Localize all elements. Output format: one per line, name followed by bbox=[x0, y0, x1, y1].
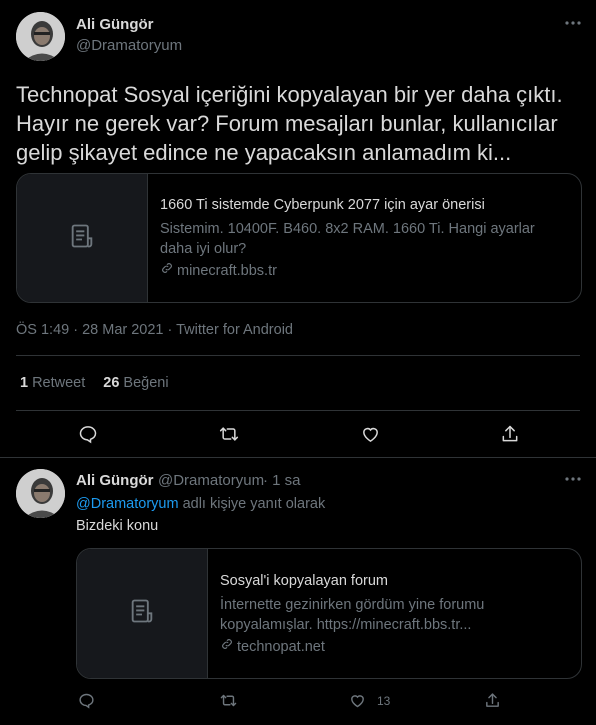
reply-time[interactable]: · 1 sa bbox=[263, 472, 301, 489]
heart-icon bbox=[360, 424, 381, 444]
likes-count: 26 bbox=[103, 375, 120, 391]
tweet-stats: 1 Retweet 26 Beğeni bbox=[20, 375, 169, 391]
retweet-button[interactable] bbox=[217, 690, 239, 710]
author-handle[interactable]: @Dramatoryum bbox=[76, 37, 182, 54]
document-icon bbox=[68, 222, 96, 255]
likes-label: Beğeni bbox=[123, 375, 169, 391]
retweet-icon bbox=[218, 424, 240, 444]
retweet-icon bbox=[219, 692, 238, 709]
avatar[interactable] bbox=[16, 12, 65, 61]
reply-button[interactable] bbox=[76, 690, 96, 710]
reply-icon bbox=[78, 692, 95, 709]
retweets-stat[interactable]: 1 Retweet bbox=[20, 375, 85, 391]
card-domain-text: minecraft.bbs.tr bbox=[177, 263, 277, 279]
replying-suffix: adlı kişiye yanıt olarak bbox=[182, 496, 326, 512]
share-icon bbox=[500, 424, 520, 444]
retweet-button[interactable] bbox=[216, 422, 242, 446]
author-name[interactable]: Ali Güngör bbox=[76, 16, 154, 33]
card-title: Sosyal'i kopyalayan forum bbox=[220, 572, 388, 589]
more-icon[interactable] bbox=[564, 470, 582, 493]
card-thumbnail bbox=[17, 174, 148, 302]
reply-author-handle[interactable]: @Dramatoryum bbox=[158, 472, 264, 489]
card-title: 1660 Ti sistemde Cyberpunk 2077 için aya… bbox=[160, 197, 485, 213]
card-body: Sosyal'i kopyalayan forum İnternette gez… bbox=[208, 549, 581, 678]
like-button[interactable] bbox=[358, 422, 382, 446]
card-domain: minecraft.bbs.tr bbox=[160, 261, 569, 281]
tweet-text: Technopat Sosyal içeriğini kopyalayan bi… bbox=[16, 82, 563, 165]
link-icon bbox=[160, 261, 174, 281]
card-description: İnternette gezinirken gördüm yine forumu… bbox=[220, 596, 485, 633]
document-icon bbox=[128, 597, 156, 630]
retweets-count: 1 bbox=[20, 375, 29, 391]
share-button[interactable] bbox=[498, 422, 522, 446]
reply-likes-count: 13 bbox=[377, 694, 391, 708]
divider bbox=[16, 355, 580, 356]
likes-stat[interactable]: 26 Beğeni bbox=[103, 375, 168, 391]
avatar[interactable] bbox=[16, 469, 65, 518]
card-thumbnail bbox=[77, 549, 208, 678]
divider bbox=[0, 457, 596, 458]
tweet-meta[interactable]: ÖS 1:49 · 28 Mar 2021 · Twitter for Andr… bbox=[16, 322, 293, 338]
card-description: Sistemim. 10400F. B460. 8x2 RAM. 1660 Ti… bbox=[160, 221, 535, 257]
share-icon bbox=[484, 692, 501, 709]
reply-button[interactable] bbox=[76, 422, 100, 446]
like-button[interactable] bbox=[347, 690, 367, 710]
link-card[interactable]: 1660 Ti sistemde Cyberpunk 2077 için aya… bbox=[16, 173, 582, 303]
reply-author-name[interactable]: Ali Güngör bbox=[76, 472, 154, 489]
share-button[interactable] bbox=[482, 690, 502, 710]
reply-text: Bizdeki konu bbox=[76, 518, 159, 534]
reply-icon bbox=[78, 424, 98, 444]
heart-icon bbox=[349, 692, 366, 709]
card-domain-text: technopat.net bbox=[237, 638, 325, 655]
link-icon bbox=[220, 637, 234, 657]
card-domain: technopat.net bbox=[220, 637, 569, 657]
divider bbox=[16, 410, 580, 411]
replying-to: @Dramatoryum adlı kişiye yanıt olarak bbox=[76, 496, 325, 512]
link-card[interactable]: Sosyal'i kopyalayan forum İnternette gez… bbox=[76, 548, 582, 679]
retweets-label: Retweet bbox=[32, 375, 86, 391]
more-icon[interactable] bbox=[564, 14, 582, 37]
card-body: 1660 Ti sistemde Cyberpunk 2077 için aya… bbox=[148, 174, 581, 302]
replying-mention[interactable]: @Dramatoryum bbox=[76, 496, 179, 512]
